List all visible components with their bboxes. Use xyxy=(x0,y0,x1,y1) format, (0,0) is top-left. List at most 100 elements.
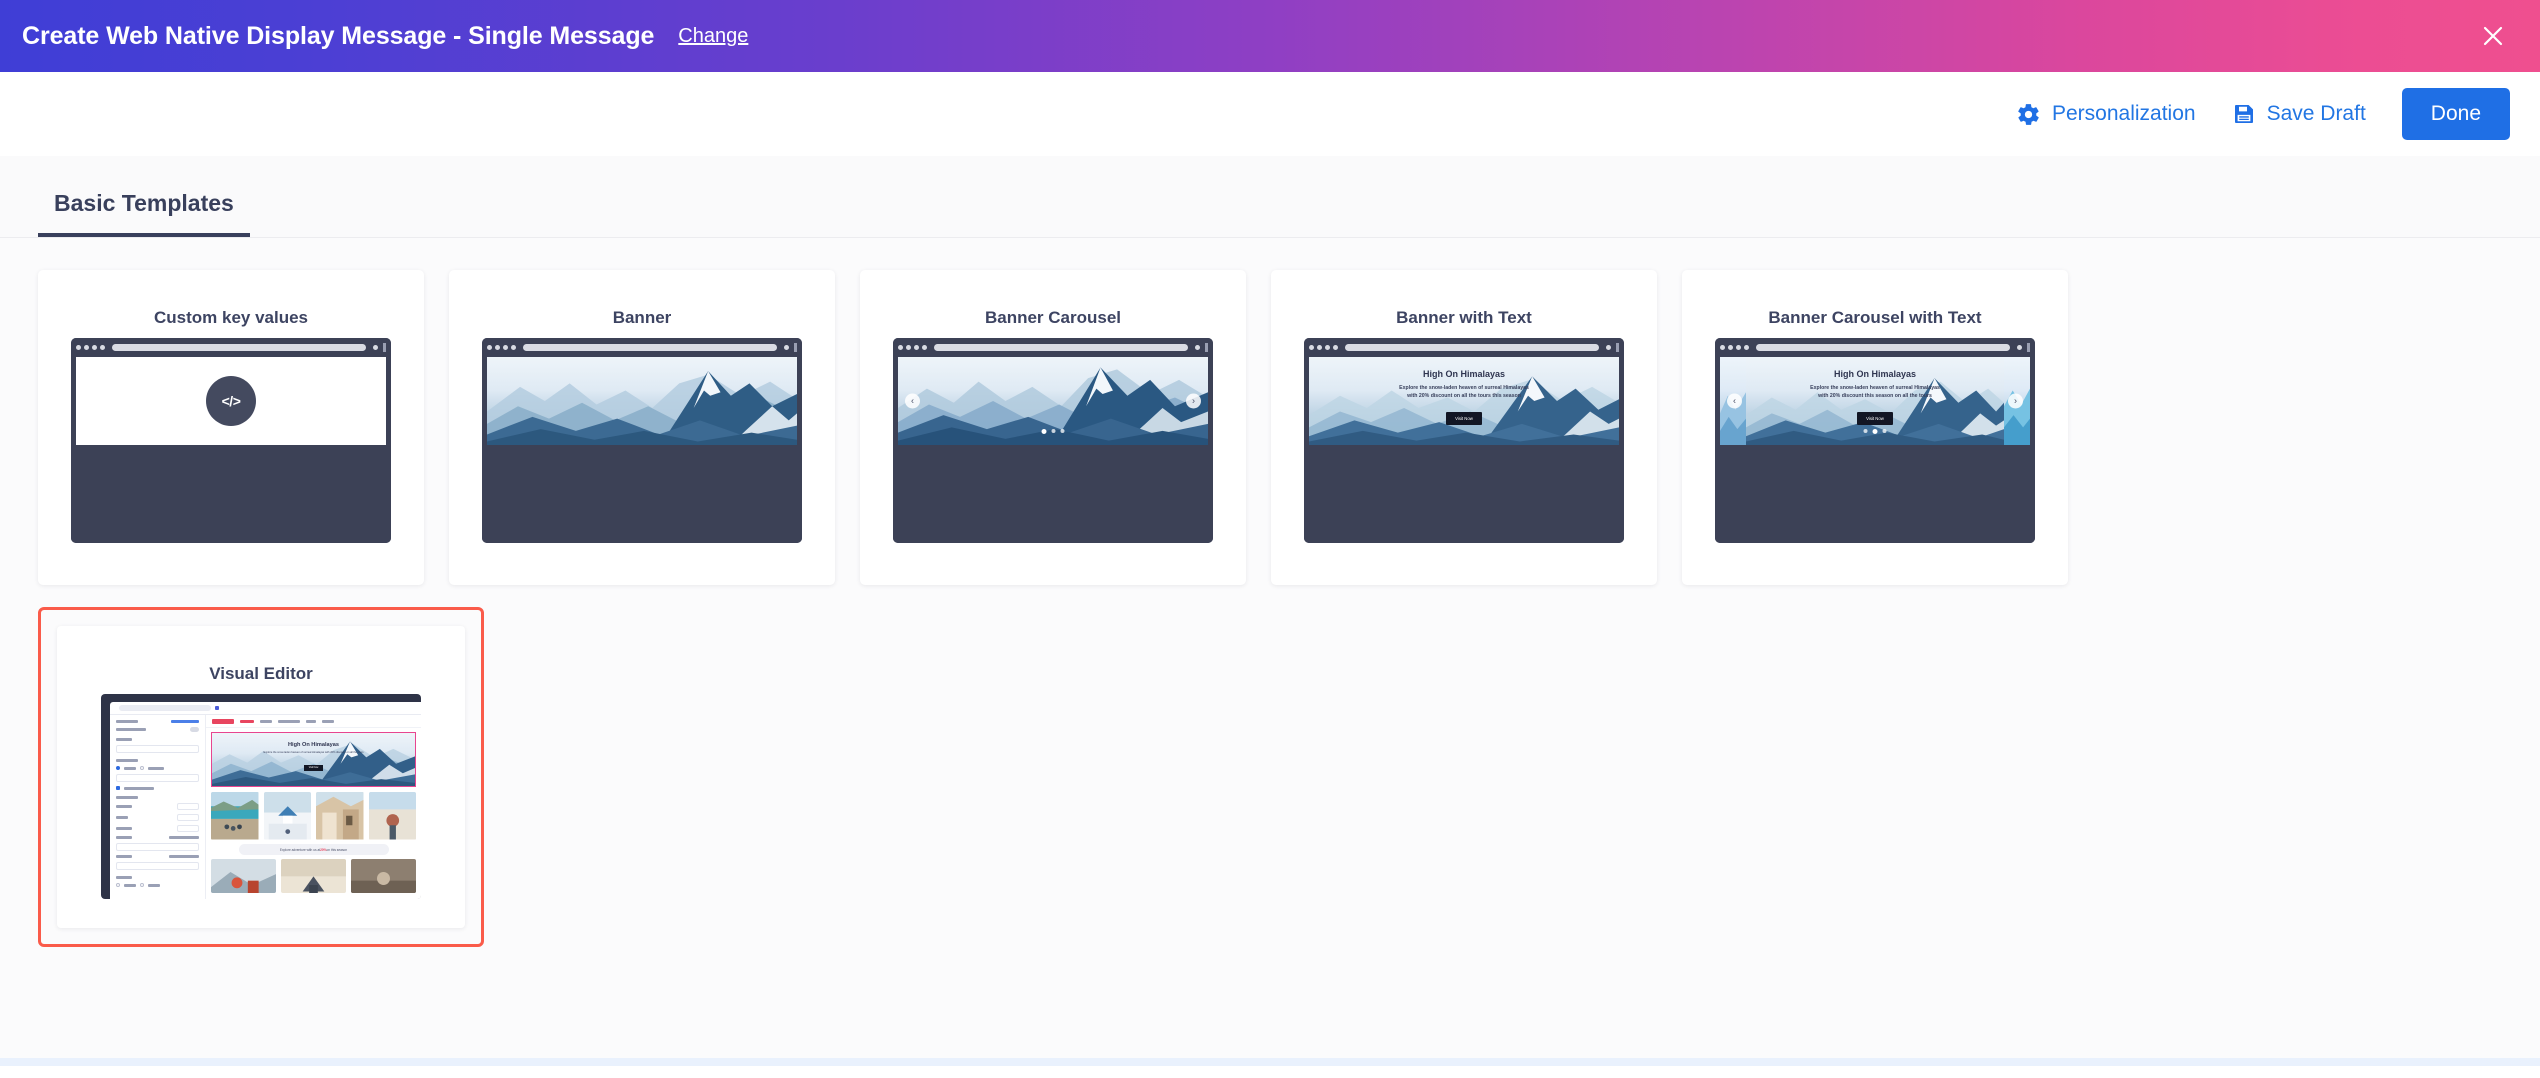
browser-mock: ‹ › xyxy=(893,338,1213,543)
carousel-dot[interactable] xyxy=(1882,429,1887,433)
visual-editor-page-preview: High On Himalayas Explore the snow-laden… xyxy=(206,715,421,899)
padding-row xyxy=(116,855,199,858)
browser-chrome xyxy=(1715,338,2035,357)
chrome-menu-icon xyxy=(1205,343,1208,352)
padding-input[interactable] xyxy=(116,862,199,870)
promo-banner[interactable]: Explore adventure with us at 20% on this… xyxy=(238,844,389,855)
image-url-input[interactable] xyxy=(116,745,199,753)
browser-viewport: </> xyxy=(76,357,386,445)
banner-cta-button[interactable]: Visit Now xyxy=(1857,412,1893,426)
radio-open-url[interactable] xyxy=(116,766,120,770)
nav-item[interactable] xyxy=(306,719,316,723)
template-gallery: Custom key values </> Banner Banner Caro… xyxy=(0,238,2540,1066)
nav-item[interactable] xyxy=(240,719,254,723)
chevron-left-icon[interactable]: ‹ xyxy=(1727,393,1742,409)
browser-page-body xyxy=(893,445,1213,543)
carousel-dots xyxy=(1041,429,1065,434)
template-card-visual-editor[interactable]: Visual Editor High On Himalayas Explore … xyxy=(38,607,484,947)
visual-editor-settings-panel xyxy=(110,715,206,899)
template-card-banner-with-text[interactable]: Banner with Text High On Himalayas Explo… xyxy=(1271,270,1657,585)
chrome-dot xyxy=(76,345,81,350)
template-row-1: Custom key values </> Banner Banner Caro… xyxy=(0,270,2540,585)
carousel-dot[interactable] xyxy=(1041,429,1047,434)
photo-thumbnail[interactable] xyxy=(368,792,416,840)
photo-grid-row-2 xyxy=(211,859,416,893)
browser-page-body xyxy=(482,445,802,543)
nav-item[interactable] xyxy=(278,719,300,723)
nav-item[interactable] xyxy=(322,719,334,723)
photo-thumbnail[interactable] xyxy=(211,859,276,893)
banner-cta-button[interactable]: Visit Now xyxy=(1446,412,1482,426)
radio-mobile[interactable] xyxy=(140,883,144,887)
template-card-banner-carousel-with-text[interactable]: Banner Carousel with Text High On Himala… xyxy=(1682,270,2068,585)
url-field[interactable] xyxy=(119,705,211,711)
visual-editor-app: High On Himalayas Explore the snow-laden… xyxy=(110,702,421,899)
radio-desktop[interactable] xyxy=(116,883,120,887)
hero-banner-selected[interactable]: High On Himalayas Explore the snow-laden… xyxy=(211,732,416,787)
visual-editor-url-bar xyxy=(110,702,421,715)
browser-page-body xyxy=(71,445,391,543)
carousel-dot[interactable] xyxy=(1060,429,1065,433)
variable-padding-label xyxy=(169,855,199,858)
window-titlebar: Create Web Native Display Message - Sing… xyxy=(0,0,2540,72)
carousel-dot[interactable] xyxy=(1051,429,1056,433)
checkbox-label xyxy=(124,786,154,790)
carousel-dot[interactable] xyxy=(1872,429,1878,434)
width-tablet-input[interactable] xyxy=(177,814,199,821)
tab-basic-templates[interactable]: Basic Templates xyxy=(38,190,250,237)
chrome-dot xyxy=(784,345,789,350)
chrome-dot xyxy=(914,345,919,350)
variable-margin-label xyxy=(169,836,199,839)
chrome-urlbar xyxy=(523,344,777,351)
radio-no-action[interactable] xyxy=(140,766,144,770)
carousel-dot[interactable] xyxy=(1863,429,1868,433)
template-card-title: Banner Carousel with Text xyxy=(1768,308,1982,327)
radio-label xyxy=(148,883,160,887)
chrome-dot xyxy=(92,345,97,350)
photo-thumbnail[interactable] xyxy=(263,792,311,840)
chrome-dot xyxy=(373,345,378,350)
checkbox-open-new-tab[interactable] xyxy=(116,786,120,790)
chrome-dot xyxy=(2017,345,2022,350)
hide-on-radios xyxy=(116,883,199,887)
save-draft-label: Save Draft xyxy=(2266,102,2366,125)
chevron-right-icon[interactable]: › xyxy=(1186,393,1201,409)
photo-thumbnail[interactable] xyxy=(281,859,346,893)
nav-item[interactable] xyxy=(260,719,272,723)
action-url-input[interactable] xyxy=(116,774,199,782)
template-card-banner-carousel[interactable]: Banner Carousel ‹ › xyxy=(860,270,1246,585)
chrome-menu-icon xyxy=(383,343,386,352)
device-label xyxy=(116,827,132,830)
browser-page-body xyxy=(1304,445,1624,543)
photo-thumbnail[interactable] xyxy=(316,792,364,840)
save-draft-button[interactable]: Save Draft xyxy=(2232,102,2366,126)
template-card-banner[interactable]: Banner xyxy=(449,270,835,585)
chrome-urlbar xyxy=(1756,344,2010,351)
hero-cta-button[interactable]: Visit Now xyxy=(303,765,324,772)
padding-label xyxy=(116,855,132,858)
code-icon: </> xyxy=(206,376,256,426)
margin-input[interactable] xyxy=(116,843,199,851)
template-card-custom-key-values[interactable]: Custom key values </> xyxy=(38,270,424,585)
change-selector-link[interactable] xyxy=(171,720,199,723)
personalization-button[interactable]: Personalization xyxy=(2016,102,2196,127)
chrome-dot xyxy=(898,345,903,350)
change-message-type-link[interactable]: Change xyxy=(678,25,748,48)
template-card-title: Custom key values xyxy=(153,308,308,327)
width-mobile-input[interactable] xyxy=(177,825,199,832)
browser-mock: High On Himalayas Explore the snow-laden… xyxy=(1304,338,1624,543)
done-button[interactable]: Done xyxy=(2401,88,2510,140)
chevron-left-icon[interactable]: ‹ xyxy=(905,393,920,409)
edit-pencil-icon[interactable] xyxy=(215,706,219,710)
page-title: Create Web Native Display Message - Sing… xyxy=(22,21,655,50)
interactive-mode-toggle[interactable] xyxy=(190,727,199,732)
chrome-dot xyxy=(1744,345,1749,350)
chevron-right-icon[interactable]: › xyxy=(2008,393,2023,409)
floppy-disk-icon xyxy=(2232,102,2256,126)
image-width-label xyxy=(116,796,138,799)
width-desktop-input[interactable] xyxy=(177,803,199,810)
photo-thumbnail[interactable] xyxy=(211,792,259,840)
site-navbar xyxy=(206,715,421,728)
photo-thumbnail[interactable] xyxy=(351,859,416,893)
close-icon[interactable] xyxy=(2476,19,2510,53)
